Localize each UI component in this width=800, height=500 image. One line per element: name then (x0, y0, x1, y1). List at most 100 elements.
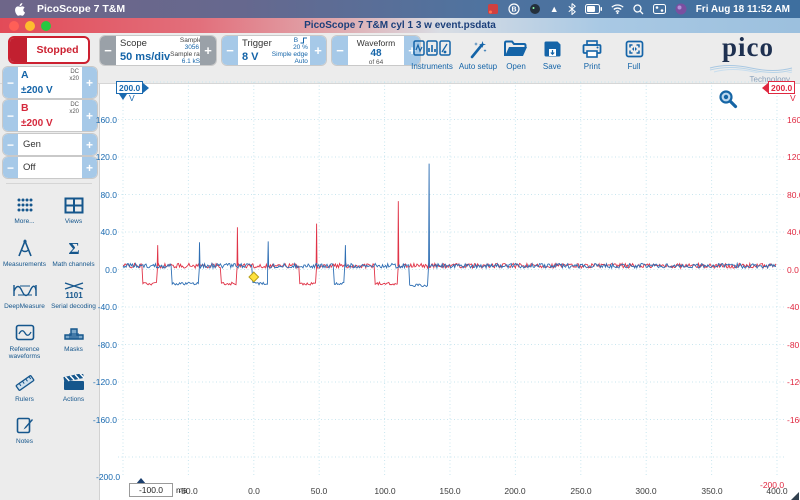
x-axis-unit: ms (176, 485, 187, 495)
save-label: Save (543, 62, 561, 71)
app-icon[interactable] (675, 3, 687, 15)
actions-label: Actions (63, 396, 84, 404)
print-icon (582, 38, 602, 60)
open-icon (504, 38, 528, 60)
x-axis-tick-label: 350.0 (690, 486, 734, 496)
x-axis-tick-label: 50.0 (297, 486, 341, 496)
axis-a-pointer-icon (119, 94, 127, 100)
waveform-label: Waveform (357, 38, 395, 48)
rulers-icon (15, 372, 35, 394)
x-axis-tick-label: 0.0 (232, 486, 276, 496)
status-dot-icon[interactable] (529, 3, 541, 15)
channel-a-panel[interactable]: − A DCx20 ±200 V + (3, 67, 97, 98)
rulers-label: Rulers (15, 396, 34, 404)
scope-panel-body[interactable]: Scope 50 ms/div Samples 3056 S Sample ra… (116, 36, 200, 65)
scope-view[interactable]: 200.0 V 200.0 V 160.0120.080.040.00.0-40… (100, 84, 800, 500)
waveform-count: of 64 (369, 59, 383, 65)
b-circle-icon[interactable]: B (508, 3, 520, 15)
stopped-button[interactable]: Stopped (8, 36, 90, 64)
y-axis-left-tick-label: 0.0 (87, 265, 117, 275)
zoom-overview-icon[interactable] (718, 89, 738, 114)
sidebar-tool-measurements[interactable]: Measurements (0, 231, 49, 274)
generator-label[interactable]: Gen (18, 134, 82, 155)
instruments-label: Instruments (411, 62, 453, 71)
apple-menu-icon[interactable] (14, 3, 25, 16)
sidebar-tool-deepmeasure[interactable]: DeepMeasure (0, 273, 49, 316)
window-title: PicoScope 7 T&M cyl 1 3 w event.psdata (0, 20, 800, 31)
waveform-panel-body[interactable]: Waveform 48 of 64 (348, 36, 404, 65)
reference-waveforms-icon (15, 322, 35, 344)
waveform-plot[interactable] (100, 80, 800, 500)
print-button[interactable]: Print (569, 38, 615, 80)
trigger-marker[interactable] (249, 272, 259, 282)
menu-triangle-icon[interactable]: ▲ (550, 4, 559, 14)
scope-timebase-value: 50 ms/div (120, 51, 170, 63)
menubar-clock[interactable]: Fri Aug 18 11:52 AM (696, 4, 790, 15)
full-icon (625, 38, 644, 60)
y-axis-right-tick-label: 40.0 (787, 227, 800, 237)
more-icon (15, 194, 35, 216)
stopped-button-label: Stopped (27, 44, 88, 56)
off-label[interactable]: Off (18, 157, 82, 178)
y-axis-left-tick-label: -120.0 (87, 377, 117, 387)
x-axis-tick-label: 150.0 (428, 486, 472, 496)
full-button[interactable]: Full (611, 38, 657, 80)
rising-edge-icon (300, 37, 308, 44)
print-label: Print (584, 62, 600, 71)
corner-resize-grip[interactable] (790, 492, 799, 500)
axis-a-unit: V (129, 93, 135, 103)
generator-decrease-button[interactable]: − (3, 134, 18, 155)
battery-icon[interactable] (585, 4, 602, 14)
waveform-prev-button[interactable]: − (332, 36, 348, 65)
scope-decrease-button[interactable]: − (100, 36, 116, 65)
sidebar-tool-notes[interactable]: Notes (0, 408, 49, 451)
scope-increase-button[interactable]: + (200, 36, 216, 65)
spotlight-search-icon[interactable] (633, 4, 644, 15)
svg-text:1101: 1101 (65, 291, 83, 299)
y-axis-right-tick-label: -120.0 (787, 377, 800, 387)
menubar-app-name[interactable]: PicoScope 7 T&M (37, 3, 125, 15)
channel-a-range: ±200 V (21, 85, 79, 96)
x-axis-offset-box[interactable]: -100.0 (129, 483, 173, 497)
bluetooth-icon[interactable] (568, 3, 576, 15)
macos-menubar: PicoScope 7 T&M B ▲ Fri Aug 18 11:52 AM (0, 0, 800, 18)
channel-a-increase-button[interactable]: + (82, 67, 97, 98)
waveform-panel: − Waveform 48 of 64 + (332, 36, 420, 65)
control-center-icon[interactable] (653, 4, 666, 14)
trigger-decrease-button[interactable]: − (222, 36, 238, 65)
pico-technology-logo: pico Technology (702, 35, 794, 81)
channel-a-body[interactable]: A DCx20 ±200 V (18, 67, 82, 98)
off-decrease-button[interactable]: − (3, 157, 18, 178)
channel-b-id: B (21, 102, 29, 115)
full-label: Full (628, 62, 641, 71)
more-label: More... (14, 218, 34, 226)
y-axis-left-tick-label: -80.0 (87, 340, 117, 350)
auto-setup-icon (468, 38, 488, 60)
channel-b-body[interactable]: B DCx20 ±200 V (18, 100, 82, 131)
sidebar-tool-more[interactable]: More... (0, 188, 49, 231)
channel-b-decrease-button[interactable]: − (3, 100, 18, 131)
trigger-level-value: 8 V (242, 51, 272, 63)
sidebar-tool-rulers[interactable]: Rulers (0, 366, 49, 409)
instruments-icon (413, 38, 451, 60)
trigger-panel-body[interactable]: Trigger 8 V B 20 % Simple edge Auto (238, 36, 310, 65)
axis-a-min-label: -200.0 (96, 472, 126, 482)
y-axis-left-tick-label: -160.0 (87, 415, 117, 425)
wifi-icon[interactable] (611, 4, 624, 14)
channel-a-coupling: DCx20 (69, 69, 79, 82)
y-axis-left-tick-label: 80.0 (87, 190, 117, 200)
sidebar-tool-reference-waveforms[interactable]: Reference waveforms (0, 316, 49, 366)
notification-badge-icon[interactable] (487, 3, 499, 15)
trigger-increase-button[interactable]: + (310, 36, 326, 65)
off-row: − Off + (3, 157, 97, 178)
y-axis-right-tick-label: 120.0 (787, 152, 800, 162)
instruments-button[interactable]: Instruments (409, 38, 455, 80)
channel-b-range: ±200 V (21, 118, 79, 129)
channel-b-panel[interactable]: − B DCx20 ±200 V + (3, 100, 97, 131)
axis-b-unit: V (790, 93, 796, 103)
math-channels-icon: Σ (66, 237, 82, 259)
measurements-icon (15, 237, 35, 259)
y-axis-right-tick-label: 80.0 (787, 190, 800, 200)
stopped-button-indicator (10, 38, 27, 62)
channel-a-decrease-button[interactable]: − (3, 67, 18, 98)
